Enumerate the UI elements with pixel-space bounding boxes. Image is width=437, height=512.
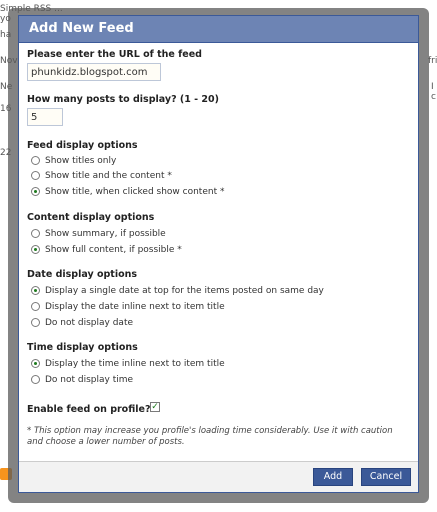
radio-button-selected[interactable] — [31, 286, 40, 295]
radio-button-selected[interactable] — [31, 187, 40, 196]
option-label: Show titles only — [45, 155, 117, 166]
bg-text: fri — [428, 56, 437, 66]
posts-count-input[interactable]: 5 — [27, 108, 63, 126]
radio-button[interactable] — [31, 318, 40, 327]
option-label: Do not display date — [45, 317, 134, 328]
feed-display-title: Feed display options — [27, 140, 138, 151]
feed-url-input[interactable]: phunkidz.blogspot.com — [27, 63, 161, 81]
time-display-option[interactable]: Display the time inline next to item tit… — [31, 357, 225, 370]
url-label: Please enter the URL of the feed — [27, 49, 202, 60]
radio-button-selected[interactable] — [31, 359, 40, 368]
content-display-option[interactable]: Show summary, if possible — [31, 227, 166, 240]
feed-display-option[interactable]: Show titles only — [31, 154, 116, 167]
performance-note: * This option may increase you profile's… — [27, 426, 393, 447]
option-label: Show title, when clicked show content * — [45, 186, 225, 197]
enable-feed-checkbox[interactable]: ✓ — [150, 402, 160, 412]
cancel-button[interactable]: Cancel — [361, 468, 411, 486]
radio-button[interactable] — [31, 229, 40, 238]
option-label: Display the date inline next to item tit… — [45, 301, 225, 312]
option-label: Display the time inline next to item tit… — [45, 358, 225, 369]
option-label: Show full content, if possible * — [45, 244, 182, 255]
radio-button[interactable] — [31, 375, 40, 384]
radio-button-selected[interactable] — [31, 245, 40, 254]
time-display-title: Time display options — [27, 342, 138, 353]
option-label: Display a single date at top for the ite… — [45, 285, 324, 296]
enable-feed-label: Enable feed on profile? — [27, 404, 151, 415]
add-feed-dialog: Add New Feed Please enter the URL of the… — [18, 15, 419, 493]
date-display-option[interactable]: Do not display date — [31, 316, 133, 329]
content-display-option[interactable]: Show full content, if possible * — [31, 243, 182, 256]
feed-display-option[interactable]: Show title and the content * — [31, 169, 172, 182]
date-display-title: Date display options — [27, 269, 138, 280]
add-button[interactable]: Add — [313, 468, 353, 486]
dialog-footer: Add Cancel — [19, 461, 418, 492]
radio-button[interactable] — [31, 156, 40, 165]
date-display-option[interactable]: Display a single date at top for the ite… — [31, 284, 324, 297]
radio-button[interactable] — [31, 171, 40, 180]
option-label: Show summary, if possible — [45, 228, 166, 239]
content-display-title: Content display options — [27, 212, 155, 223]
feed-display-option[interactable]: Show title, when clicked show content * — [31, 185, 224, 198]
radio-button[interactable] — [31, 302, 40, 311]
time-display-option[interactable]: Do not display time — [31, 373, 133, 386]
option-label: Do not display time — [45, 374, 134, 385]
dialog-title: Add New Feed — [19, 16, 418, 43]
posts-label: How many posts to display? (1 - 20) — [27, 94, 219, 105]
date-display-option[interactable]: Display the date inline next to item tit… — [31, 300, 225, 313]
bg-text: c — [431, 92, 436, 102]
option-label: Show title and the content * — [45, 170, 172, 181]
